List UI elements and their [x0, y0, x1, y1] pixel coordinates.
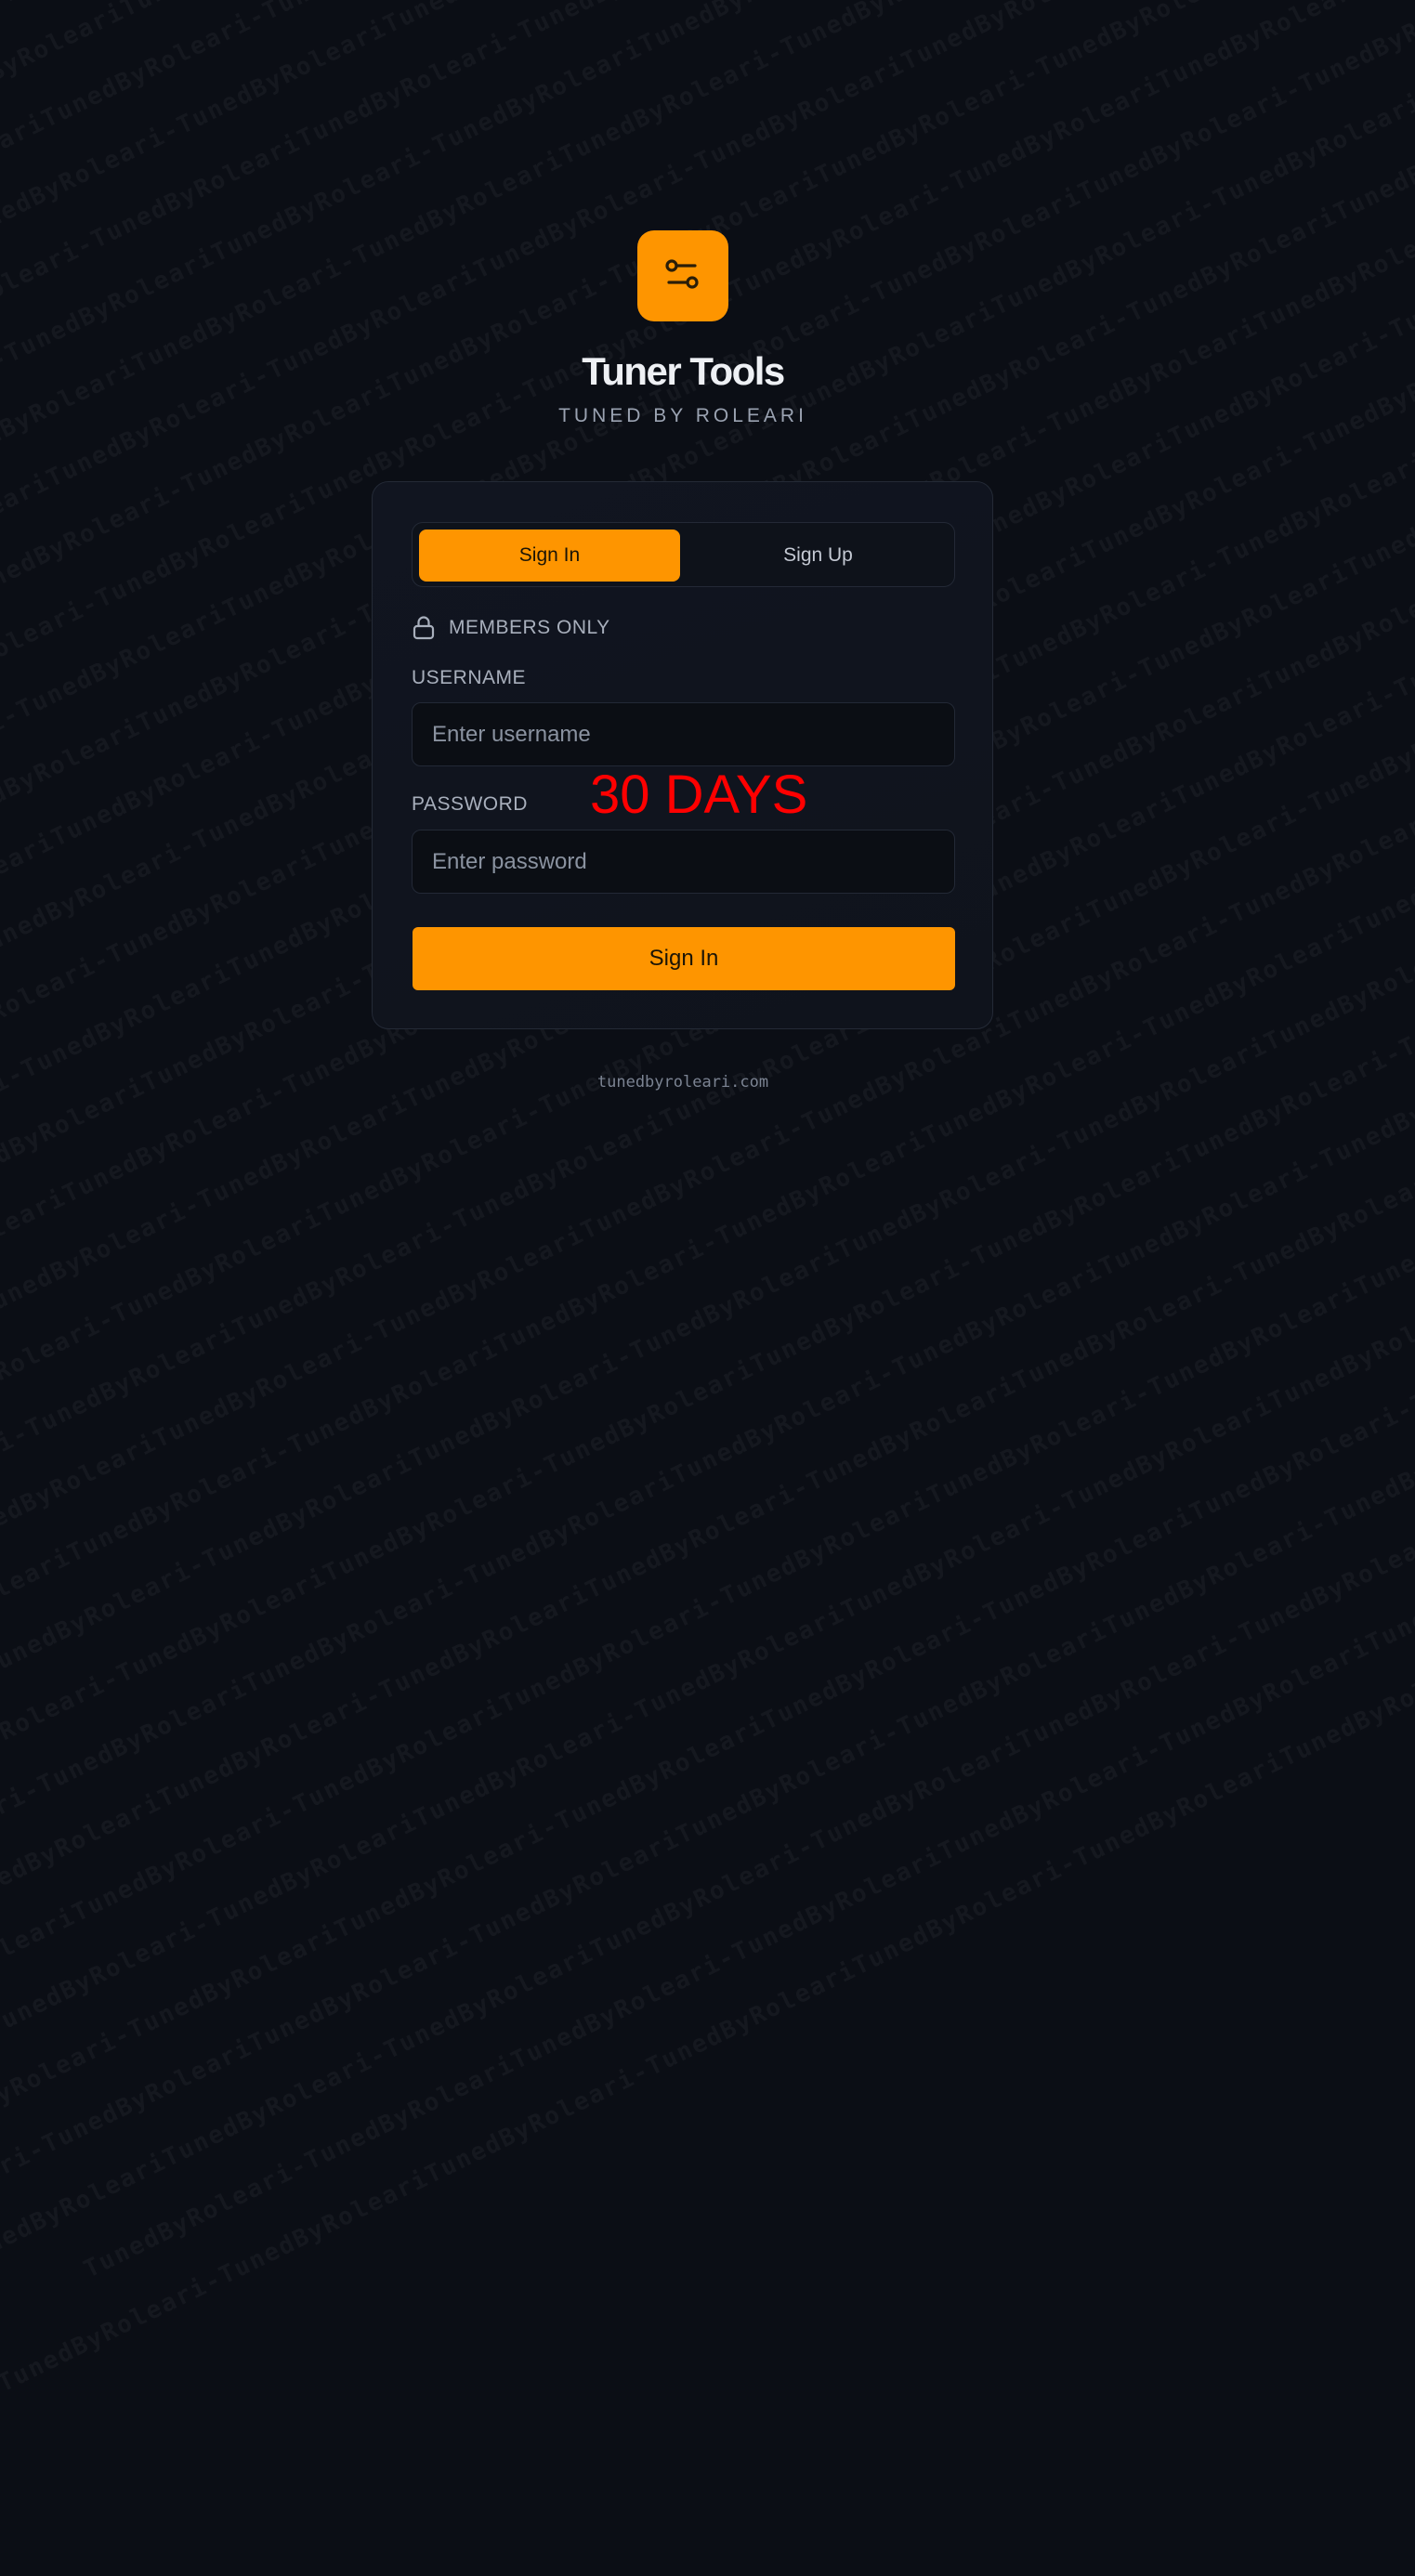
sliders-icon	[662, 253, 704, 300]
tab-sign-up[interactable]: Sign Up	[688, 530, 949, 582]
watermark-line: TunedByRoleari-TunedByRoleariTunedByRole…	[0, 991, 1415, 2268]
password-input[interactable]	[412, 830, 955, 894]
watermark-line: TunedByRoleari-TunedByRoleariTunedByRole…	[0, 877, 1415, 2153]
watermark-line: TunedByRoleari-TunedByRoleariTunedByRole…	[0, 1122, 1415, 2399]
app-title: Tuner Tools	[582, 349, 785, 393]
auth-card: Sign In Sign Up MEMBERS ONLY USERNAME PA…	[372, 481, 993, 1029]
members-only-notice: MEMBERS ONLY	[412, 614, 610, 642]
members-only-text: MEMBERS ONLY	[449, 617, 610, 638]
watermark-line: TunedByRoleari-TunedByRoleariTunedByRole…	[0, 0, 1415, 175]
tab-sign-in[interactable]: Sign In	[419, 530, 680, 582]
app-subtitle: TUNED BY ROLEARI	[558, 405, 807, 426]
password-label: PASSWORD	[412, 793, 528, 815]
app-logo	[637, 230, 728, 321]
username-input[interactable]	[412, 702, 955, 766]
username-label: USERNAME	[412, 667, 527, 688]
auth-tabs: Sign In Sign Up	[412, 522, 955, 587]
watermark-line: TunedByRoleari-TunedByRoleariTunedByRole…	[0, 0, 1415, 60]
watermark-line: TunedByRoleari-TunedByRoleariTunedByRole…	[0, 974, 1415, 2251]
sign-in-button[interactable]: Sign In	[413, 927, 955, 990]
watermark-line: TunedByRoleari-TunedByRoleariTunedByRole…	[0, 860, 1415, 2137]
lock-icon	[412, 615, 436, 641]
footer-domain: tunedbyroleari.com	[596, 1073, 769, 1092]
watermark-line: TunedByRoleari-TunedByRoleariTunedByRole…	[80, 1008, 1415, 2284]
watermark-line: TunedByRoleari-TunedByRoleariTunedByRole…	[0, 0, 1321, 403]
days-overlay-text: 30 DAYS	[590, 765, 808, 825]
